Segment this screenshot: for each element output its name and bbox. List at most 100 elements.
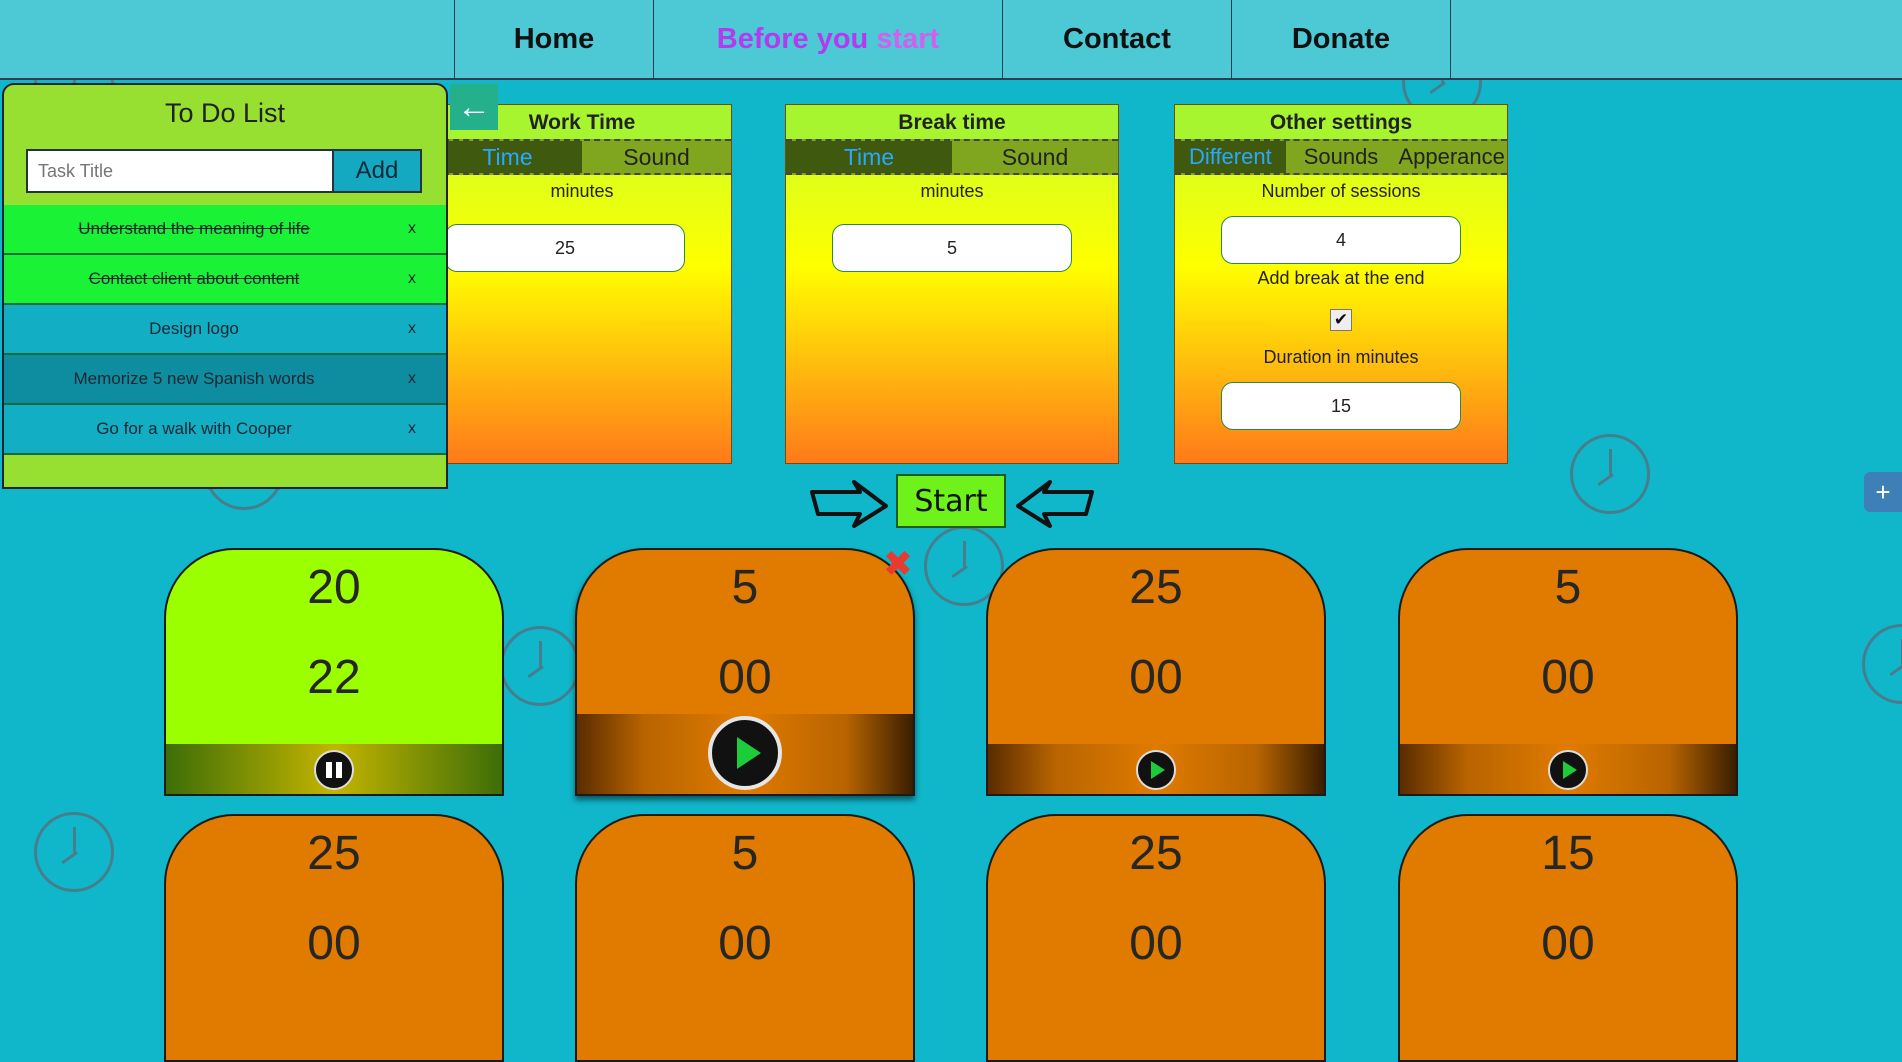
timer-card[interactable]: 25 00 — [986, 814, 1326, 1062]
work-minutes-label: minutes — [550, 181, 614, 201]
duration-input[interactable] — [1221, 382, 1461, 430]
timer-control-bar — [166, 744, 502, 794]
duration-label: Duration in minutes — [1263, 347, 1419, 367]
main-nav: Home Before you start Contact Donate — [454, 0, 1451, 78]
timer-card[interactable]: 5 00 — [1398, 548, 1738, 796]
work-time-panel: Work Time Time Sound minutes — [432, 104, 732, 464]
clock-decoration-icon — [34, 812, 114, 892]
remove-task-button[interactable]: x — [408, 270, 416, 288]
nav-contact-link[interactable]: Contact — [1002, 0, 1231, 78]
timer-minutes: 25 — [1129, 827, 1183, 880]
timer-seconds: 00 — [718, 651, 772, 704]
collapse-todo-button[interactable]: ← — [450, 84, 498, 130]
play-icon — [1151, 761, 1165, 779]
timer-minutes: 25 — [307, 827, 361, 880]
other-tab-different[interactable]: Different — [1175, 141, 1286, 173]
clock-decoration-icon — [500, 626, 580, 706]
pause-button[interactable] — [314, 750, 354, 790]
timer-seconds: 22 — [307, 651, 361, 704]
sessions-label: Number of sessions — [1261, 181, 1421, 201]
timer-seconds: 00 — [1129, 917, 1183, 970]
break-minutes-label: minutes — [920, 181, 984, 201]
nav-home-link[interactable]: Home — [454, 0, 653, 78]
remove-task-button[interactable]: x — [408, 320, 416, 338]
timer-minutes: 20 — [307, 561, 361, 614]
timer-card[interactable]: 25 00 — [986, 548, 1326, 796]
arrow-left-icon — [1016, 480, 1094, 528]
todo-title: To Do List — [164, 98, 286, 128]
clock-decoration-icon — [1862, 624, 1902, 704]
todo-item[interactable]: Memorize 5 new Spanish words x — [4, 355, 446, 405]
timer-card[interactable]: 15 00 — [1398, 814, 1738, 1062]
other-settings-tabs: Different Sounds Apperance — [1175, 139, 1507, 175]
play-button[interactable] — [1136, 750, 1176, 790]
todo-item-text: Go for a walk with Cooper — [96, 419, 292, 438]
timer-minutes: 15 — [1541, 827, 1595, 880]
break-time-panel: Break time Time Sound minutes — [785, 104, 1119, 464]
timer-card[interactable]: 25 00 — [164, 814, 504, 1062]
pause-icon — [326, 762, 342, 778]
timer-control-bar — [1400, 744, 1736, 794]
timer-card[interactable]: 5 00 — [575, 548, 915, 796]
play-button[interactable] — [708, 716, 782, 790]
todo-panel: To Do List Add Understand the meaning of… — [2, 83, 448, 489]
play-icon — [1563, 761, 1577, 779]
timer-seconds: 00 — [1129, 651, 1183, 704]
timer-minutes: 5 — [1554, 561, 1582, 614]
work-time-tab-sound[interactable]: Sound — [582, 141, 731, 173]
play-icon — [737, 737, 761, 769]
nav-before-label-part2: start — [876, 22, 940, 55]
timer-control-bar — [577, 714, 913, 794]
clock-decoration-icon — [1570, 434, 1650, 514]
remove-task-button[interactable]: x — [408, 370, 416, 388]
timer-control-bar — [988, 744, 1324, 794]
work-minutes-input[interactable] — [445, 224, 685, 272]
break-time-title: Break time — [786, 105, 1118, 139]
top-navigation-bar: Home Before you start Contact Donate — [0, 0, 1902, 80]
break-time-tab-time[interactable]: Time — [786, 141, 952, 173]
timer-minutes: 5 — [731, 561, 759, 614]
todo-list: Understand the meaning of life x Contact… — [4, 205, 446, 455]
work-time-tab-time[interactable]: Time — [433, 141, 582, 173]
task-title-input[interactable] — [28, 151, 332, 191]
timer-seconds: 00 — [1541, 917, 1595, 970]
timer-seconds: 00 — [1541, 651, 1595, 704]
todo-item-text: Understand the meaning of life — [78, 219, 310, 238]
todo-item-text: Design logo — [149, 319, 239, 338]
play-button[interactable] — [1548, 750, 1588, 790]
todo-item[interactable]: Understand the meaning of life x — [4, 205, 446, 255]
todo-form: Add — [26, 149, 422, 193]
todo-item[interactable]: Contact client about content x — [4, 255, 446, 305]
timer-minutes: 25 — [1129, 561, 1183, 614]
other-tab-sounds[interactable]: Sounds — [1286, 141, 1397, 173]
remove-task-button[interactable]: x — [408, 220, 416, 238]
timer-minutes: 5 — [731, 827, 759, 880]
plus-icon: + — [1875, 476, 1891, 507]
timer-seconds: 00 — [718, 917, 772, 970]
remove-task-button[interactable]: x — [408, 420, 416, 438]
nav-before-you-start-link[interactable]: Before you start — [653, 0, 1002, 78]
other-settings-title: Other settings — [1175, 105, 1507, 139]
side-widget-tab[interactable]: + — [1864, 472, 1902, 512]
other-tab-appearance[interactable]: Apperance — [1396, 141, 1507, 173]
todo-item[interactable]: Go for a walk with Cooper x — [4, 405, 446, 455]
todo-item-text: Memorize 5 new Spanish words — [73, 369, 315, 388]
break-minutes-input[interactable] — [832, 224, 1072, 272]
delete-timer-icon[interactable]: ✖ — [882, 546, 914, 582]
nav-donate-link[interactable]: Donate — [1231, 0, 1451, 78]
break-at-end-label: Add break at the end — [1257, 268, 1425, 288]
todo-item-text: Contact client about content — [88, 269, 300, 288]
timer-card[interactable]: 20 22 — [164, 548, 504, 796]
work-time-tabs: Time Sound — [433, 139, 731, 175]
timer-seconds: 00 — [307, 917, 361, 970]
break-time-tabs: Time Sound — [786, 139, 1118, 175]
add-task-button[interactable]: Add — [332, 151, 420, 191]
nav-before-label-part1: Before you — [716, 22, 877, 55]
other-settings-panel: Other settings Different Sounds Apperanc… — [1174, 104, 1508, 464]
timer-card[interactable]: 5 00 — [575, 814, 915, 1062]
break-time-tab-sound[interactable]: Sound — [952, 141, 1118, 173]
start-button[interactable]: Start — [896, 474, 1006, 528]
sessions-input[interactable] — [1221, 216, 1461, 264]
todo-item[interactable]: Design logo x — [4, 305, 446, 355]
break-at-end-checkbox[interactable]: ✔ — [1330, 309, 1352, 331]
